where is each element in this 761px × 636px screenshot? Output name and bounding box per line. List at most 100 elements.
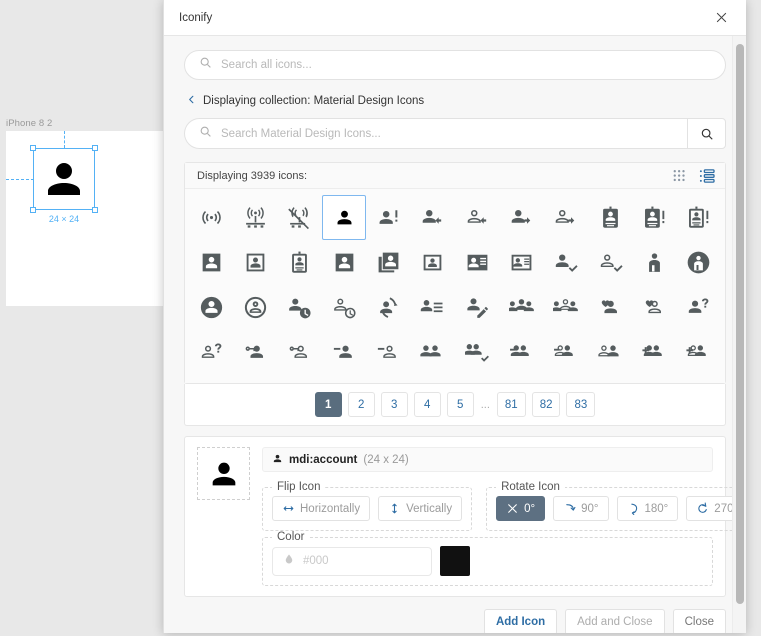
icon-cell-account-key-icon[interactable] bbox=[233, 330, 277, 375]
icon-cell-account-icon[interactable] bbox=[321, 195, 367, 240]
icon-cell-account-card-details-outline-icon[interactable] bbox=[499, 240, 543, 285]
icon-cell-account-arrow-right-outline-icon[interactable] bbox=[544, 195, 588, 240]
icon-cell-account-details-icon[interactable] bbox=[411, 285, 455, 330]
search-collection-field[interactable] bbox=[184, 118, 687, 149]
icon-cell-account-multiple-plus-icon[interactable] bbox=[632, 330, 676, 375]
icon-cell-account-heart-outline-icon[interactable] bbox=[632, 285, 676, 330]
grid-view-icon[interactable] bbox=[673, 169, 687, 183]
collection-breadcrumb[interactable]: Displaying collection: Material Design I… bbox=[186, 94, 726, 107]
view-mode-toggles bbox=[673, 168, 715, 183]
page-button-1[interactable]: 1 bbox=[314, 392, 342, 417]
icon-cell-account-clock-outline-icon[interactable] bbox=[322, 285, 366, 330]
flip-horizontally-button[interactable]: Horizontally bbox=[272, 496, 371, 521]
icon-cell-account-multiple-minus-icon[interactable] bbox=[499, 330, 543, 375]
rotate-180-icon bbox=[627, 502, 640, 515]
icon-cell-account-key-outline-icon[interactable] bbox=[278, 330, 322, 375]
dialog-actions: Add Icon Add and Close Close bbox=[184, 597, 726, 633]
rotate-90-button[interactable]: 90° bbox=[553, 496, 609, 521]
resize-handle-bottom-right[interactable] bbox=[92, 207, 98, 213]
dialog-body: Displaying collection: Material Design I… bbox=[164, 36, 746, 633]
icon-cell-account-badge-outline-icon[interactable] bbox=[278, 240, 322, 285]
icon-grid-panel: Displaying 3939 icons: bbox=[184, 162, 726, 384]
icon-cell-account-clock-icon[interactable] bbox=[278, 285, 322, 330]
page-button-2[interactable]: 2 bbox=[347, 392, 375, 417]
icon-cell-account-arrow-left-outline-icon[interactable] bbox=[455, 195, 499, 240]
icon-cell-account-question-outline-icon[interactable] bbox=[189, 330, 233, 375]
page-button-82[interactable]: 82 bbox=[531, 392, 561, 417]
search-all-icons-field[interactable] bbox=[184, 50, 726, 80]
color-controls bbox=[272, 546, 703, 576]
icon-cell-account-minus-icon[interactable] bbox=[322, 330, 366, 375]
add-and-close-button[interactable]: Add and Close bbox=[565, 609, 665, 633]
icon-cell-account-child-icon[interactable] bbox=[632, 240, 676, 285]
icon-cell-account-minus-outline-icon[interactable] bbox=[366, 330, 410, 375]
account-details-icon bbox=[421, 300, 443, 313]
color-input-field[interactable] bbox=[272, 546, 432, 576]
icon-cell-account-circle-icon[interactable] bbox=[189, 285, 233, 330]
resize-handle-top-left[interactable] bbox=[30, 145, 36, 151]
flip-vertically-button[interactable]: Vertically bbox=[378, 496, 463, 521]
close-button[interactable]: Close bbox=[672, 609, 726, 633]
icon-cell-account-badge-icon[interactable] bbox=[588, 195, 632, 240]
rotate-180-button[interactable]: 180° bbox=[616, 496, 679, 521]
list-view-icon[interactable] bbox=[699, 168, 715, 183]
icon-cell-account-box-multiple-icon[interactable] bbox=[366, 240, 410, 285]
dialog-scrollbar-track[interactable] bbox=[732, 36, 746, 633]
dialog-scrollbar-thumb[interactable] bbox=[736, 44, 744, 604]
icon-cell-account-multiple-check-icon[interactable] bbox=[455, 330, 499, 375]
icon-cell-account-box-outline-2-icon[interactable] bbox=[411, 240, 455, 285]
icon-cell-account-multiple-minus-outline-icon[interactable] bbox=[544, 330, 588, 375]
search-icon bbox=[199, 56, 212, 74]
icon-cell-account-badge-alert-icon[interactable] bbox=[632, 195, 676, 240]
icon-cell-account-question-icon[interactable] bbox=[677, 285, 721, 330]
rotate-90-label: 90° bbox=[581, 502, 599, 515]
resize-handle-bottom-left[interactable] bbox=[30, 207, 36, 213]
icon-cell-access-point-network-icon[interactable] bbox=[233, 195, 277, 240]
icon-cell-access-point-icon[interactable] bbox=[189, 195, 233, 240]
search-all-input[interactable] bbox=[219, 58, 711, 72]
icon-cell-account-multiple-outline-icon[interactable] bbox=[588, 330, 632, 375]
account-check-icon bbox=[556, 254, 578, 272]
account-convert-icon bbox=[380, 297, 398, 318]
icon-cell-account-multiple-plus-outline-icon[interactable] bbox=[677, 330, 721, 375]
add-icon-button[interactable]: Add Icon bbox=[483, 609, 558, 633]
icon-cell-account-box-solid-icon[interactable] bbox=[322, 240, 366, 285]
icon-cell-account-multiple-icon[interactable] bbox=[411, 330, 455, 375]
page-button-3[interactable]: 3 bbox=[380, 392, 408, 417]
icon-cell-account-heart-icon[interactable] bbox=[588, 285, 632, 330]
access-point-network-icon bbox=[246, 207, 265, 228]
icon-cell-account-group-outline-icon[interactable] bbox=[544, 285, 588, 330]
icon-cell-account-box-outline-icon[interactable] bbox=[233, 240, 277, 285]
icon-cell-account-box-icon[interactable] bbox=[189, 240, 233, 285]
close-icon[interactable] bbox=[710, 7, 732, 29]
selection-bounding-box[interactable] bbox=[30, 145, 98, 213]
page-button-4[interactable]: 4 bbox=[413, 392, 441, 417]
color-swatch[interactable] bbox=[440, 546, 470, 576]
icon-cell-account-card-details-icon[interactable] bbox=[455, 240, 499, 285]
page-button-81[interactable]: 81 bbox=[496, 392, 526, 417]
icon-cell-account-check-outline-icon[interactable] bbox=[588, 240, 632, 285]
search-collection-input[interactable] bbox=[219, 126, 673, 141]
icon-cell-account-edit-icon[interactable] bbox=[455, 285, 499, 330]
icon-cell-account-check-icon[interactable] bbox=[544, 240, 588, 285]
page-button-5[interactable]: 5 bbox=[446, 392, 474, 417]
rotate-0-button[interactable]: 0° bbox=[496, 496, 546, 521]
icon-cell-access-point-network-off-icon[interactable] bbox=[278, 195, 322, 240]
icon-cell-account-badge-alert-outline-icon[interactable] bbox=[677, 195, 721, 240]
color-hex-input[interactable] bbox=[301, 554, 421, 568]
icon-cell-account-alert-icon[interactable] bbox=[366, 195, 410, 240]
icon-cell-account-convert-icon[interactable] bbox=[366, 285, 410, 330]
account-multiple-icon bbox=[420, 345, 441, 357]
rotate-icon-group: Rotate Icon 0° 90° 180° 270° bbox=[486, 481, 746, 531]
page-button-83[interactable]: 83 bbox=[566, 392, 596, 417]
iconify-dialog: Iconify Search all icons... Displaying c… bbox=[163, 0, 746, 633]
icon-cell-account-group-icon[interactable] bbox=[499, 285, 543, 330]
icon-cell-account-arrow-right-icon[interactable] bbox=[499, 195, 543, 240]
alignment-guide-vertical bbox=[64, 131, 65, 148]
search-submit-button[interactable] bbox=[687, 118, 726, 149]
resize-handle-top-right[interactable] bbox=[92, 145, 98, 151]
icon-cell-account-child-circle-icon[interactable] bbox=[677, 240, 721, 285]
icon-cell-account-arrow-left-icon[interactable] bbox=[411, 195, 455, 240]
icon-cell-account-circle-outline-icon[interactable] bbox=[233, 285, 277, 330]
account-key-icon bbox=[245, 345, 264, 358]
